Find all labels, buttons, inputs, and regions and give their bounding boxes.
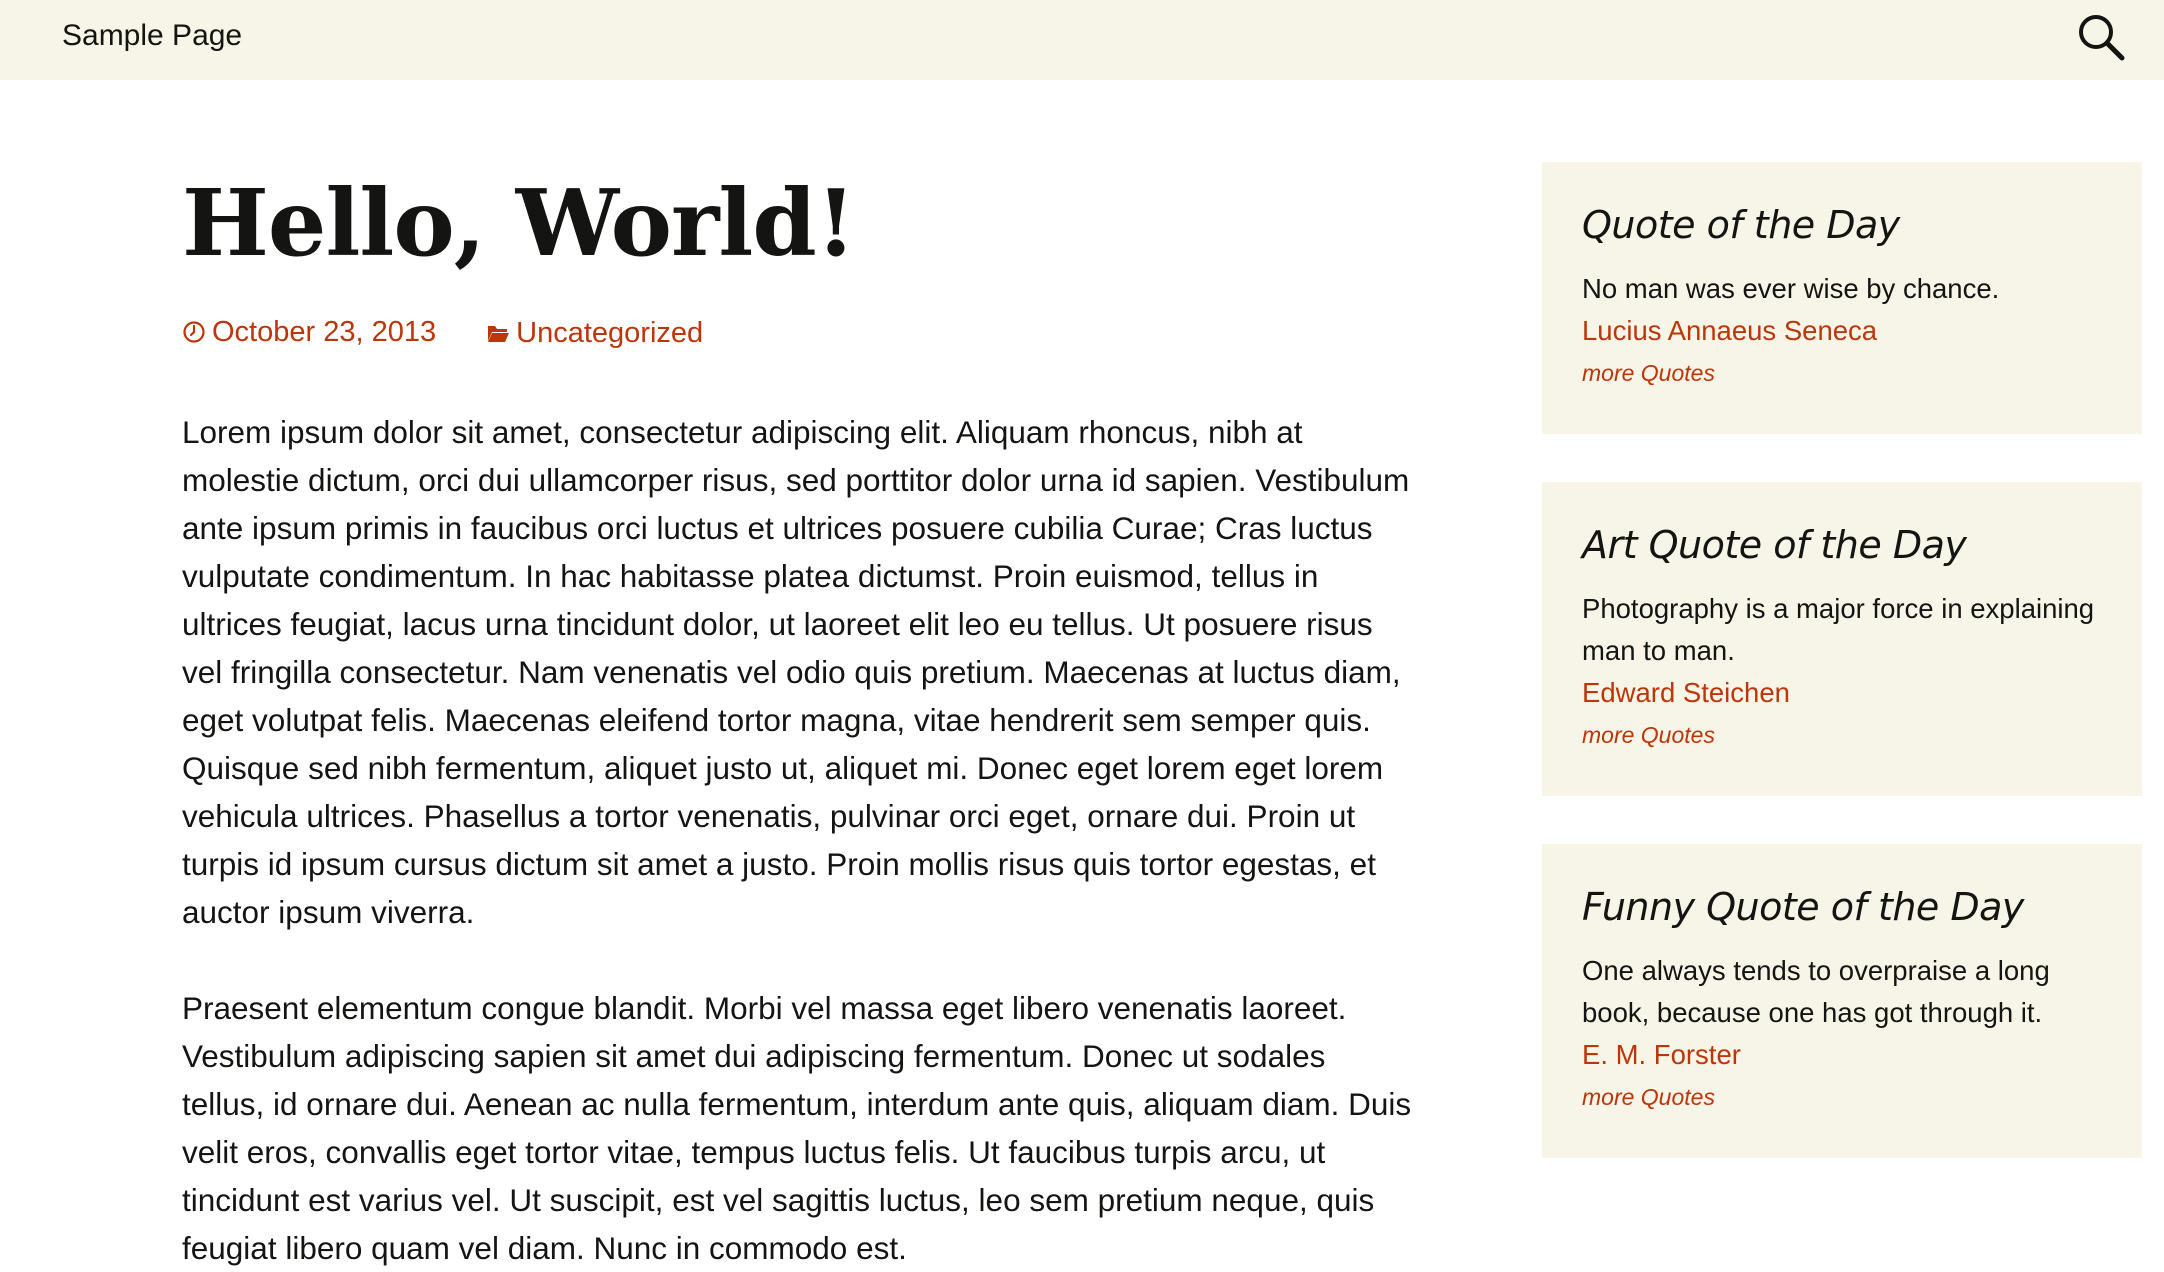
sidebar: Quote of the Day No man was ever wise by… <box>1542 162 2142 1206</box>
quote-author-link[interactable]: Edward Steichen <box>1582 672 2102 714</box>
widget-title: Art Quote of the Day <box>1582 523 1967 567</box>
post-article: Hello, World! October 23, 2013 Uncategor… <box>182 150 1412 1272</box>
widget-title: Quote of the Day <box>1582 203 1900 247</box>
art-quote-widget: Art Quote of the Day Photography is a ma… <box>1542 482 2142 796</box>
post-title: Hello, World! <box>182 169 856 277</box>
post-paragraph: Praesent elementum congue blandit. Morbi… <box>182 990 1412 1266</box>
clock-icon <box>183 321 205 343</box>
nav-sample-page-link[interactable]: Sample Page <box>62 16 242 56</box>
search-icon[interactable] <box>2076 12 2126 62</box>
post-date: October 23, 2013 <box>212 316 437 348</box>
post-date-link[interactable]: October 23, 2013 <box>182 312 436 352</box>
site-header: Sample Page <box>0 0 2164 80</box>
folder-icon <box>488 326 510 342</box>
funny-quote-widget: Funny Quote of the Day One always tends … <box>1542 844 2142 1158</box>
more-quotes-link[interactable]: more Quotes <box>1582 1076 2102 1118</box>
widget-title: Funny Quote of the Day <box>1582 885 2024 929</box>
quote-text: No man was ever wise by chance. <box>1582 273 2000 304</box>
post-content: Lorem ipsum dolor sit amet, consectetur … <box>182 408 1412 1272</box>
quote-widget: Quote of the Day No man was ever wise by… <box>1542 162 2142 434</box>
post-meta: October 23, 2013 Uncategorized <box>182 312 1412 352</box>
post-paragraph: Lorem ipsum dolor sit amet, consectetur … <box>182 414 1410 930</box>
post-category-link[interactable]: Uncategorized <box>486 313 703 353</box>
more-quotes-link[interactable]: more Quotes <box>1582 352 2102 394</box>
quote-author-link[interactable]: E. M. Forster <box>1582 1034 2102 1076</box>
more-quotes-link[interactable]: more Quotes <box>1582 714 2102 756</box>
quote-text: One always tends to overpraise a long bo… <box>1582 955 2050 1028</box>
post-category: Uncategorized <box>516 317 704 349</box>
quote-author-link[interactable]: Lucius Annaeus Seneca <box>1582 310 2102 352</box>
quote-text: Photography is a major force in explaini… <box>1582 593 2095 666</box>
